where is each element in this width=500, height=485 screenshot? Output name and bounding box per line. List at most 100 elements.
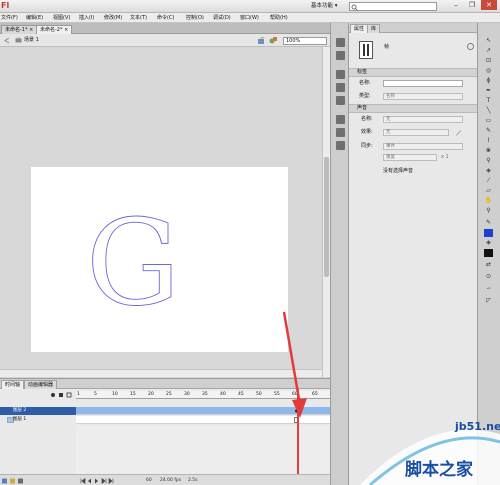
menu-window[interactable]: 窗口(W) [240, 14, 259, 22]
tab-timeline[interactable]: 时间轴 [1, 380, 25, 389]
pen-tool-icon[interactable]: ✒ [484, 87, 493, 95]
watermark-url: jb51.net [455, 420, 500, 433]
glyph-outline[interactable]: G [31, 167, 288, 352]
panel-icon[interactable] [336, 38, 345, 47]
tab-properties[interactable]: 属性 [350, 24, 369, 33]
annotation-arrow [282, 311, 307, 418]
no-sound-text: 没有选择声音 [383, 168, 414, 174]
hand-tool-icon[interactable]: ✋ [484, 197, 493, 205]
effect-select[interactable]: 无 [383, 129, 449, 136]
doc-tab-2[interactable]: 未命名-2* × [36, 25, 73, 34]
straighten-icon[interactable]: ◸ [484, 297, 493, 305]
edit-scene-icon[interactable] [257, 36, 266, 45]
ruler-label: 40 [220, 392, 226, 397]
text-tool-icon[interactable]: T [484, 97, 493, 105]
panel-icon[interactable] [336, 115, 345, 124]
menu-edit[interactable]: 编辑(E) [26, 14, 43, 22]
smooth-icon[interactable]: ∽ [484, 285, 493, 293]
edit-pencil-icon[interactable] [455, 129, 462, 136]
stage[interactable]: G [31, 167, 288, 352]
deco-tool-icon[interactable]: ❀ [484, 147, 493, 155]
eyedropper-tool-icon[interactable]: ⁄ [484, 177, 493, 185]
elapsed-time: 2.5s [188, 478, 198, 483]
rectangle-tool-icon[interactable]: ▭ [484, 117, 493, 125]
bone-tool-icon[interactable]: ⚲ [484, 157, 493, 165]
paint-bucket-tool-icon[interactable]: ◈ [484, 167, 493, 175]
scene-icon [15, 37, 22, 43]
name-label: 名称: [359, 80, 371, 86]
sound-name-label: 名称: [361, 116, 373, 122]
restore-button[interactable]: ❐ [464, 0, 480, 10]
menu-command[interactable]: 命令(C) [157, 14, 174, 22]
sound-name-select[interactable]: 无 [383, 116, 463, 123]
app-logo: Fl [1, 1, 10, 10]
menu-view[interactable]: 视图(V) [53, 14, 70, 22]
selection-tool-icon[interactable]: ↖ [484, 37, 493, 45]
ruler-label: 20 [148, 392, 154, 397]
line-tool-icon[interactable]: ╲ [484, 107, 493, 115]
current-frame: 60 [146, 478, 152, 483]
minimize-button[interactable]: – [448, 0, 464, 10]
fill-color-icon[interactable]: ◈ [484, 239, 493, 247]
vertical-scrollbar[interactable] [322, 47, 330, 377]
help-icon[interactable] [467, 43, 474, 50]
zoom-tool-icon[interactable]: ⚲ [484, 207, 493, 215]
back-arrow-icon[interactable] [3, 37, 11, 44]
frames-empty-area[interactable] [76, 425, 330, 474]
eraser-tool-icon[interactable]: ▱ [484, 187, 493, 195]
tab-motion-editor[interactable]: 动画编辑器 [24, 380, 58, 389]
vertical-scroll-thumb[interactable] [324, 157, 329, 277]
menu-control[interactable]: 控制(O) [186, 14, 204, 22]
menu-text[interactable]: 文本(T) [130, 14, 147, 22]
brush-tool-icon[interactable]: ⌇ [484, 137, 493, 145]
menu-bar: 文件(F) 编辑(E) 视图(V) 插入(I) 修改(M) 文本(T) 命令(C… [0, 13, 500, 23]
frame-rate[interactable]: 24.00 fps [160, 477, 181, 485]
layer-name[interactable]: 图层 1 [0, 416, 76, 424]
pencil-tool-icon[interactable]: ✎ [484, 127, 493, 135]
layer-toggle-icons[interactable] [50, 392, 75, 398]
panel-icon[interactable] [336, 51, 345, 60]
search-field[interactable] [349, 2, 437, 11]
panel-icon[interactable] [336, 128, 345, 137]
ruler-label: 1 [77, 392, 80, 397]
swap-colors-icon[interactable]: ⇄ [484, 261, 493, 269]
close-button[interactable]: ✕ [481, 0, 497, 10]
panel-icon[interactable] [336, 96, 345, 105]
snap-to-objects-icon[interactable]: ⊙ [484, 273, 493, 281]
panel-icon[interactable] [336, 83, 345, 92]
menu-modify[interactable]: 修改(M) [104, 14, 122, 22]
label-section-header[interactable]: 标签 [349, 68, 477, 77]
stroke-color-swatch[interactable] [484, 229, 493, 237]
menu-help[interactable]: 帮助(H) [270, 14, 288, 22]
layer-name[interactable]: 图层 2 [0, 407, 76, 415]
menu-insert[interactable]: 插入(I) [79, 14, 94, 22]
menu-debug[interactable]: 调试(D) [213, 14, 231, 22]
lasso-tool-icon[interactable]: ϕ [484, 77, 493, 85]
playback-controls-icons[interactable] [80, 478, 120, 484]
layer-buttons-icons[interactable] [2, 478, 42, 484]
subselection-tool-icon[interactable]: ↗ [484, 47, 493, 55]
sync-select[interactable]: 事件 [383, 143, 463, 150]
horizontal-scrollbar[interactable] [0, 369, 322, 377]
free-transform-tool-icon[interactable]: ⊡ [484, 57, 493, 65]
repeat-select[interactable]: 重复 [383, 154, 437, 161]
tab-library[interactable]: 库 [367, 24, 381, 33]
ruler-label: 45 [238, 392, 244, 397]
zoom-select[interactable]: 100% [283, 37, 327, 45]
edit-symbol-icon[interactable] [269, 36, 278, 45]
label-name-field[interactable] [383, 80, 463, 87]
repeat-count[interactable]: x 1 [441, 154, 449, 161]
fill-color-swatch[interactable] [484, 249, 493, 257]
3d-rotation-tool-icon[interactable]: ◎ [484, 67, 493, 75]
doc-tab-1[interactable]: 未命名-1* × [1, 25, 38, 34]
panel-icon[interactable] [336, 70, 345, 79]
sound-section-header[interactable]: 声音 [349, 104, 477, 113]
stroke-color-icon[interactable]: ✎ [484, 219, 493, 227]
timeline-status-bar: 60 24.00 fps 2.5s [0, 474, 330, 485]
panel-icon[interactable] [336, 141, 345, 150]
menu-file[interactable]: 文件(F) [1, 14, 18, 22]
ruler-label: 50 [256, 392, 262, 397]
label-type-select[interactable]: 名称 [383, 93, 463, 100]
ruler-label: 55 [274, 392, 280, 397]
workspace-switcher[interactable]: 基本功能 ▾ [311, 2, 338, 11]
